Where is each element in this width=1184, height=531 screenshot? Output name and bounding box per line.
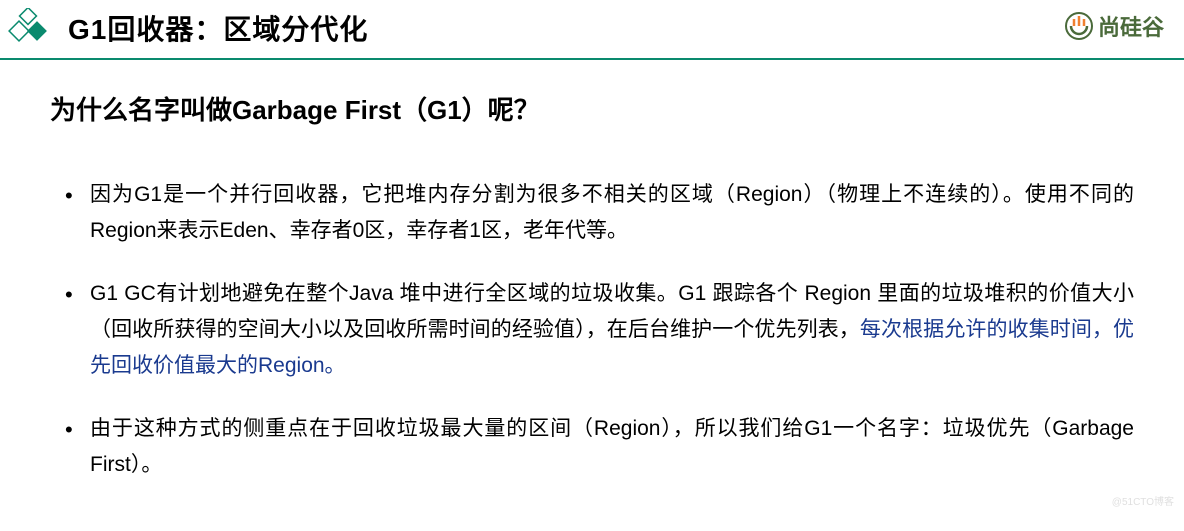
slide-content: 为什么名字叫做Garbage First（G1）呢？ 因为G1是一个并行回收器，… [0,60,1184,531]
watermark: @51CTO博客 [1112,493,1174,508]
slide-title: G1回收器：区域分代化 [68,8,368,48]
bullet-item: 由于这种方式的侧重点在于回收垃圾最大量的区间（Region），所以我们给G1一个… [50,411,1134,482]
content-subtitle: 为什么名字叫做Garbage First（G1）呢？ [50,90,1134,127]
bullet-text: 因为G1是一个并行回收器，它把堆内存分割为很多不相关的区域（Region）（物理… [90,183,1134,242]
bullet-list: 因为G1是一个并行回收器，它把堆内存分割为很多不相关的区域（Region）（物理… [50,177,1134,483]
brand-text: 尚硅谷 [1098,10,1164,42]
bullet-item: 因为G1是一个并行回收器，它把堆内存分割为很多不相关的区域（Region）（物理… [50,177,1134,248]
brand-logo: 尚硅谷 [1064,10,1164,42]
slide-header: G1回收器：区域分代化 尚硅谷 [0,0,1184,60]
brand-icon [1064,11,1094,41]
diamond-icon [8,8,48,48]
bullet-item: G1 GC有计划地避免在整个Java 堆中进行全区域的垃圾收集。G1 跟踪各个 … [50,276,1134,383]
bullet-text: 由于这种方式的侧重点在于回收垃圾最大量的区间（Region），所以我们给G1一个… [90,417,1134,476]
